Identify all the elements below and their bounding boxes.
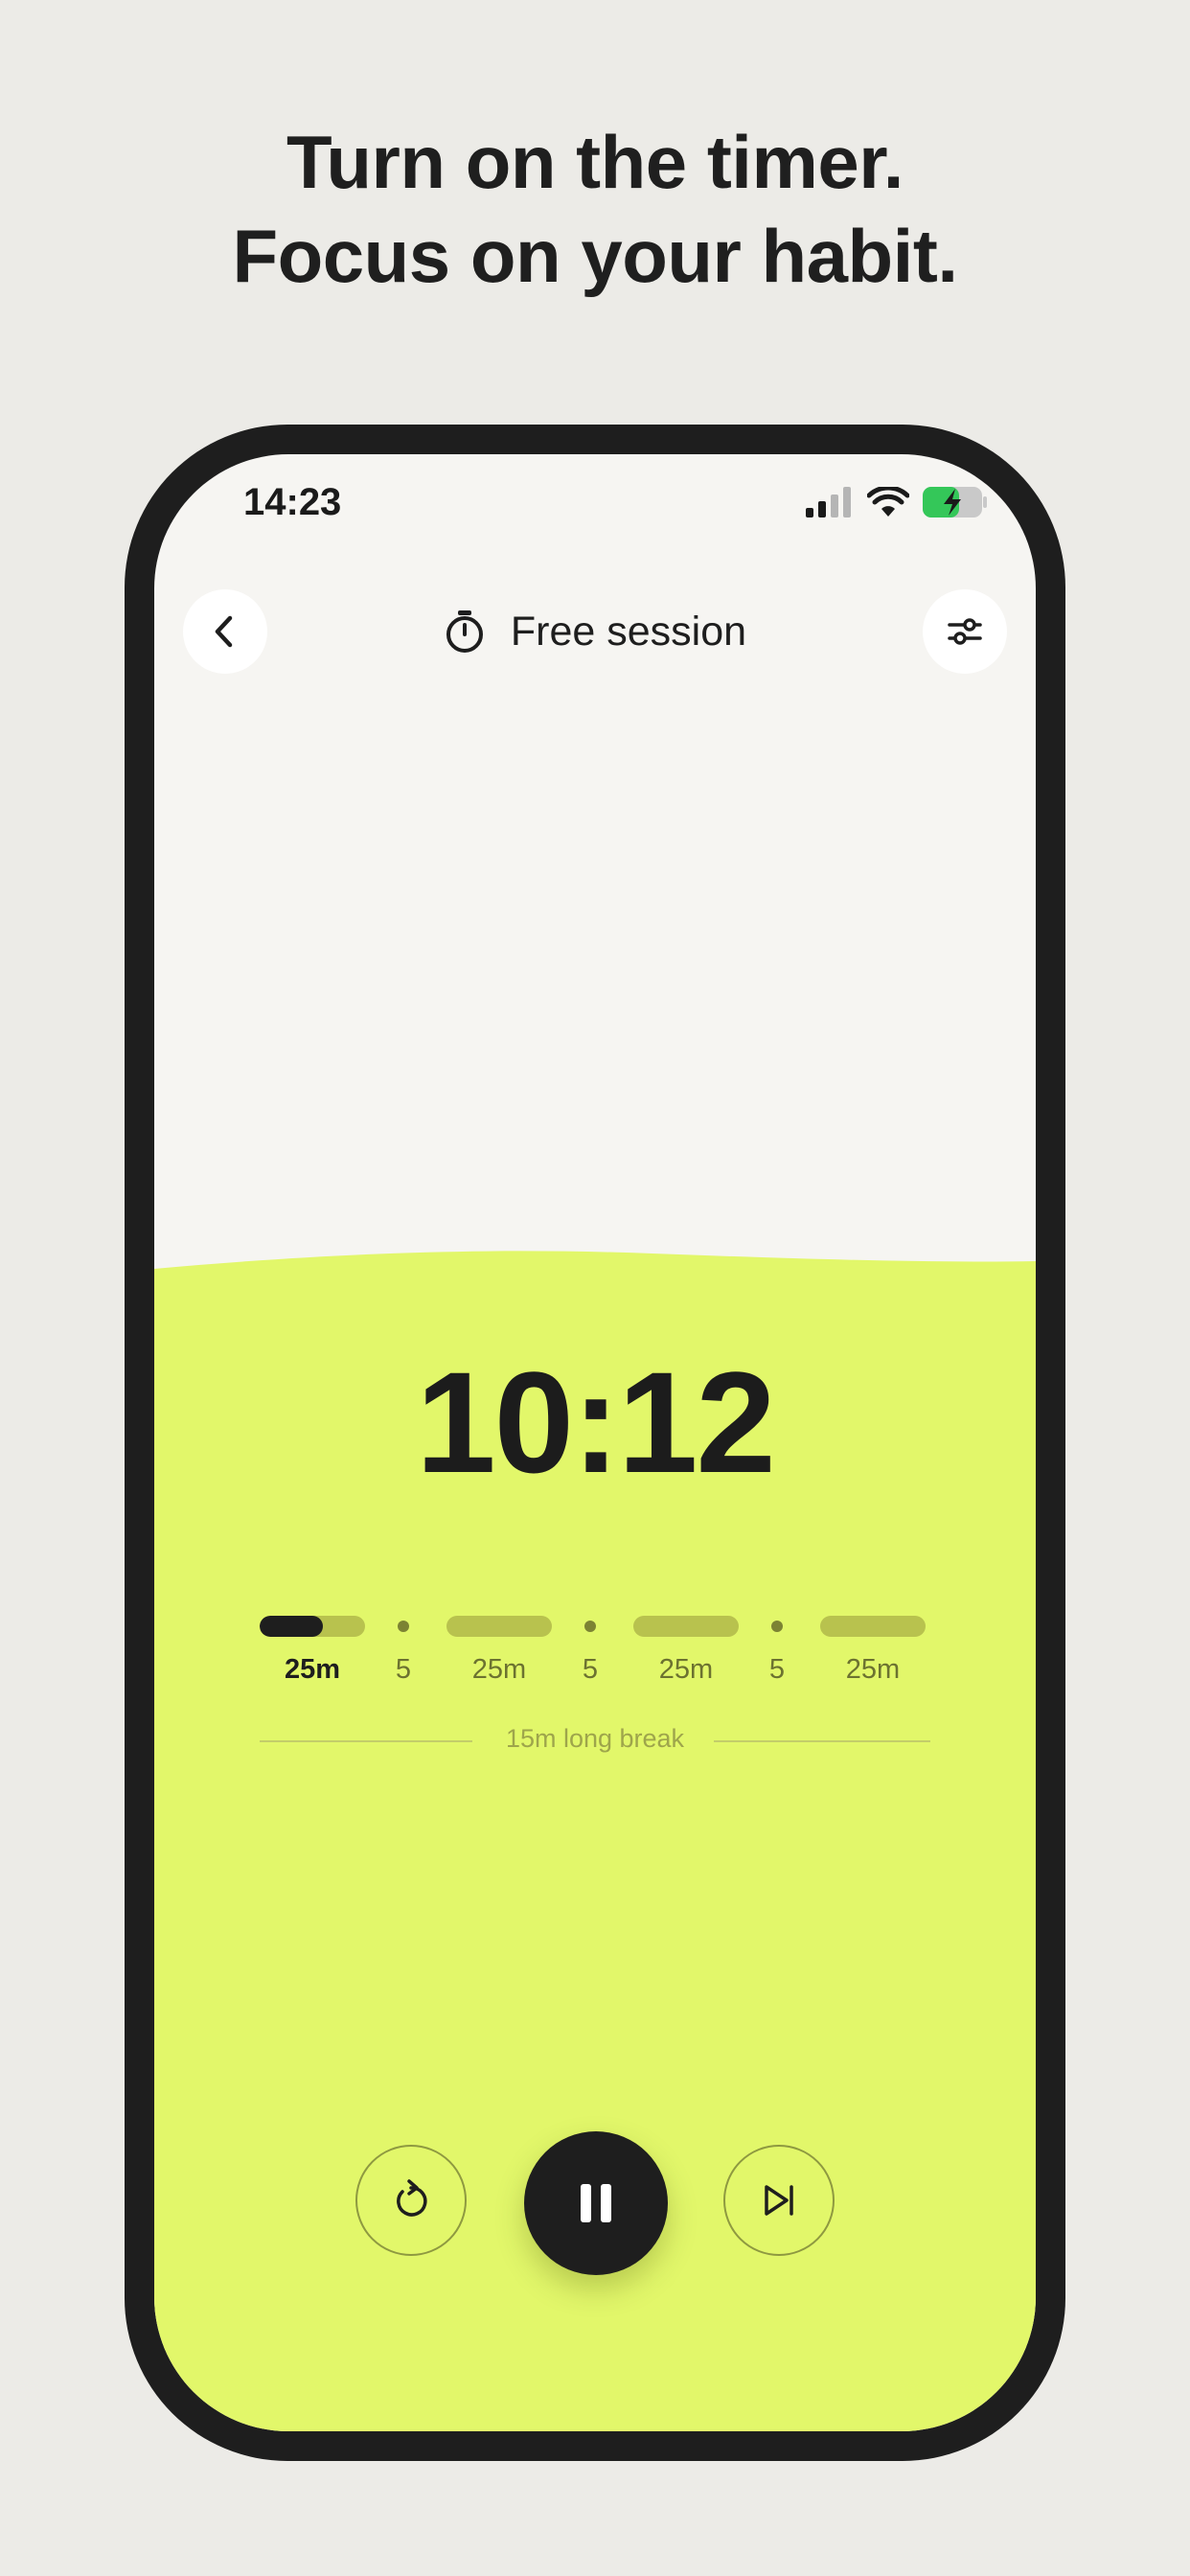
stopwatch-icon [446,610,483,653]
break-dot-2 [584,1621,596,1632]
settings-button[interactable] [923,589,1007,674]
pause-button[interactable] [524,2131,668,2275]
segment-label: 25m [658,1654,714,1685]
focus-segment-2 [446,1616,552,1637]
focus-segment-1 [260,1616,365,1637]
session-progress: 25m 5 25m 5 25m 5 25m [154,1616,1036,1721]
cellular-signal-icon [806,487,851,518]
long-break-label: 15m long break [505,1724,685,1753]
headline-line-1: Turn on the timer. [286,120,904,204]
segment-label: 5 [768,1654,786,1685]
divider-line-right [714,1740,930,1742]
focus-segment-4 [820,1616,926,1637]
focus-segment-3 [633,1616,739,1637]
status-time: 14:23 [243,481,342,523]
battery-charging-icon [923,487,987,518]
status-icons [806,483,988,521]
segment-label: 5 [582,1654,599,1685]
segment-label: 5 [395,1654,412,1685]
break-dot-1 [398,1621,409,1632]
segment-label: 25m [845,1654,901,1685]
skip-forward-icon [765,2185,793,2216]
headline: Turn on the timer. Focus on your habit. [0,115,1190,303]
skip-button[interactable] [723,2145,835,2256]
segment-label: 25m [284,1654,341,1685]
restart-button[interactable] [355,2145,467,2256]
segment-label: 25m [471,1654,527,1685]
wifi-icon [867,487,909,517]
phone-frame: 14:23 Free session 10:12 25m 5 25m 5 25m… [125,425,1065,2461]
long-break-row: 15m long break [260,1722,930,1760]
headline-line-2: Focus on your habit. [232,214,958,298]
break-dot-3 [771,1621,783,1632]
phone-screen: 14:23 Free session 10:12 25m 5 25m 5 25m… [154,454,1036,2431]
status-bar: 14:23 [154,454,1036,550]
restart-icon [397,2179,427,2217]
session-title: Free session [154,589,1036,674]
sliders-icon [948,618,982,645]
pause-icon [581,2184,611,2222]
timer-display: 10:12 [416,1342,776,1503]
focus-segment-1-fill [260,1616,323,1637]
session-title-text: Free session [510,608,747,655]
